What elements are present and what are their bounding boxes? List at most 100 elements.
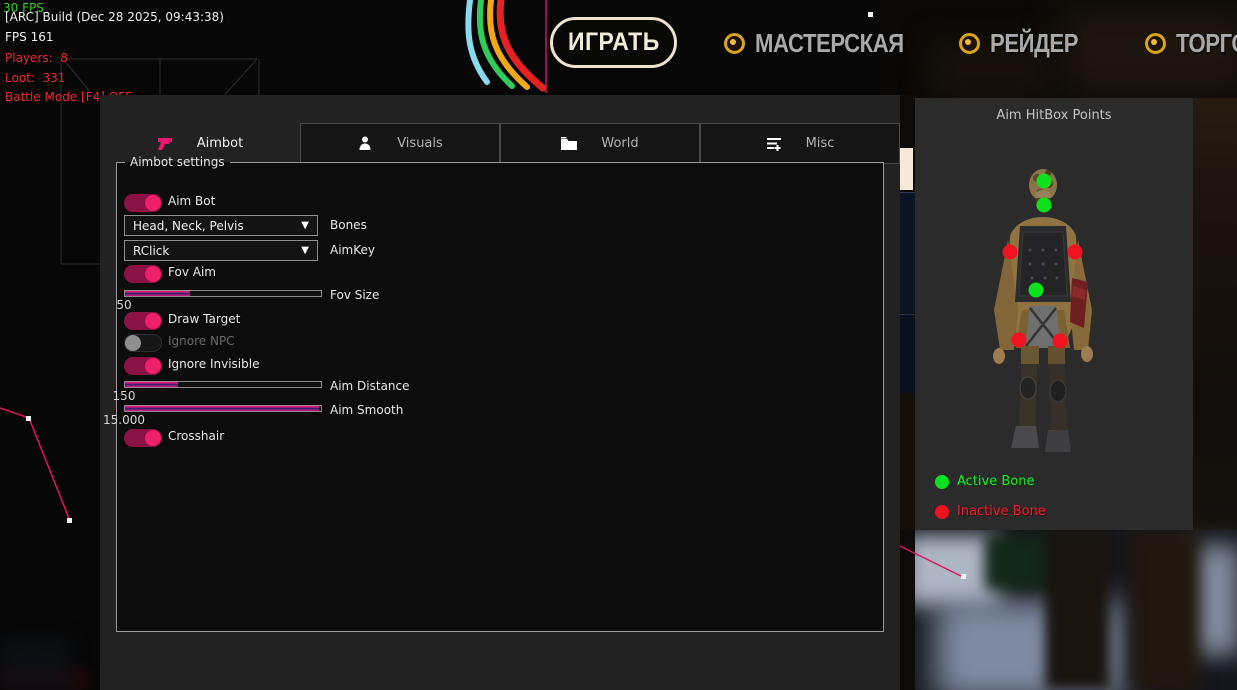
hitbox-dot-left-shoulder (1003, 245, 1018, 260)
fov-size-slider[interactable] (124, 290, 322, 297)
nav-item-trade[interactable]: ТОРГО (1145, 28, 1237, 59)
draw-target-toggle[interactable] (124, 312, 162, 330)
aimkey-select-value: RClick (133, 244, 301, 258)
hitbox-dot-right-hip (1053, 334, 1068, 349)
playlist-add-icon (766, 136, 782, 152)
loot-count-text: Loot: 331 (5, 71, 65, 85)
background-blob (905, 535, 1000, 605)
ignore-npc-toggle[interactable] (124, 334, 162, 352)
crosshair-label: Crosshair (168, 429, 224, 443)
background-bottomright (900, 530, 1237, 690)
aimkey-select[interactable]: RClick ▼ (124, 240, 318, 261)
fov-aim-label: Fov Aim (168, 265, 216, 279)
aim-distance-slider[interactable] (124, 381, 322, 388)
background-gap-strip (900, 95, 915, 690)
toggle-knob (145, 430, 161, 446)
aim-hitbox-panel: Aim HitBox Points (915, 98, 1193, 530)
cheat-menu-panel: Aimbot Visuals World Misc (100, 95, 900, 690)
bones-select[interactable]: Head, Neck, Pelvis ▼ (124, 215, 318, 236)
slider-fill (125, 382, 178, 387)
crosshair-toggle[interactable] (124, 429, 162, 447)
nav-item-label: ТОРГО (1176, 28, 1237, 59)
draw-target-label: Draw Target (168, 312, 240, 326)
toggle-knob (145, 195, 161, 211)
background-blob (0, 640, 70, 690)
game-screen: 30 FPS [ARC] Build (Dec 28 2025, 09:43:3… (0, 0, 1237, 690)
fps-counter-text: FPS 161 (5, 30, 53, 44)
background-wall (900, 314, 915, 393)
slider-fill (125, 406, 319, 411)
hitbox-dot-left-hip (1012, 333, 1027, 348)
aim-bot-row: Aim Bot (124, 192, 162, 214)
ignore-npc-label: Ignore NPC (168, 334, 235, 348)
background-blob (1130, 530, 1200, 690)
tab-label: Aimbot (197, 136, 243, 151)
aim-bot-toggle[interactable] (124, 194, 162, 212)
nav-item-label: РЕЙДЕР (990, 28, 1078, 59)
background-right-column (1193, 98, 1237, 530)
background-window (900, 148, 913, 190)
hitbox-dot-pelvis (1029, 283, 1044, 298)
inactive-bone-dot-icon (935, 505, 949, 519)
tab-label: World (601, 136, 638, 151)
aimkey-label: AimKey (330, 243, 375, 257)
tab-label: Misc (806, 136, 835, 151)
coin-icon (1145, 33, 1166, 54)
aim-smooth-label: Aim Smooth (330, 403, 403, 417)
fov-size-label: Fov Size (330, 288, 379, 302)
esp-dot (67, 518, 72, 523)
legend-label: Active Bone (957, 474, 1034, 489)
aim-distance-label: Aim Distance (330, 379, 410, 393)
background-wall (900, 393, 915, 530)
legend-inactive-bone: Inactive Bone (935, 504, 1046, 519)
person-icon (357, 136, 373, 152)
draw-target-row: Draw Target (124, 310, 162, 332)
aim-distance-value: 150 (113, 389, 136, 403)
players-count-text: Players: 8 (5, 51, 68, 65)
background-blob (0, 668, 90, 690)
aimbot-settings-group: Aimbot settings Aim Bot Head, Neck, Pelv… (116, 155, 884, 632)
group-title: Aimbot settings (125, 155, 230, 169)
active-bone-dot-icon (935, 475, 949, 489)
esp-dot (868, 12, 873, 17)
chevron-down-icon: ▼ (301, 245, 309, 256)
hitbox-dot-neck (1037, 198, 1052, 213)
ignore-invisible-row: Ignore Invisible (124, 355, 162, 377)
fov-aim-toggle[interactable] (124, 265, 162, 283)
toggle-knob (145, 313, 161, 329)
esp-dot (961, 574, 966, 579)
slider-fill (125, 291, 190, 296)
nav-item-label: МАСТЕРСКАЯ (755, 28, 904, 59)
ignore-npc-row: Ignore NPC (124, 332, 162, 354)
bones-select-value: Head, Neck, Pelvis (133, 219, 301, 233)
aim-smooth-value: 15.000 (103, 413, 145, 427)
background-wall (900, 192, 915, 313)
nav-item-workshop[interactable]: МАСТЕРСКАЯ (724, 28, 930, 59)
hitbox-panel-title: Aim HitBox Points (915, 108, 1193, 123)
background-blob (1045, 530, 1110, 690)
esp-dot (26, 416, 31, 421)
ignore-invisible-label: Ignore Invisible (168, 357, 259, 371)
play-button-label: ИГРАТЬ (568, 28, 660, 57)
play-button[interactable]: ИГРАТЬ (550, 17, 677, 68)
tab-label: Visuals (397, 136, 443, 151)
toggle-knob (145, 266, 161, 282)
aim-smooth-slider[interactable] (124, 405, 322, 412)
background-blob (985, 535, 1070, 590)
ignore-invisible-toggle[interactable] (124, 357, 162, 375)
nav-item-raider[interactable]: РЕЙДЕР (959, 28, 1094, 59)
background-blob (935, 600, 1125, 690)
legend-active-bone: Active Bone (935, 474, 1034, 489)
chevron-down-icon: ▼ (301, 220, 309, 231)
crosshair-row: Crosshair (124, 427, 162, 449)
pistol-icon (157, 136, 173, 152)
coin-icon (959, 33, 980, 54)
hitbox-dot-head (1037, 174, 1052, 189)
toggle-knob (125, 335, 141, 351)
bones-label: Bones (330, 218, 367, 232)
fov-aim-row: Fov Aim (124, 263, 162, 285)
build-text: [ARC] Build (Dec 28 2025, 09:43:38) (5, 10, 224, 24)
legend-label: Inactive Bone (957, 504, 1046, 519)
aim-bot-label: Aim Bot (168, 194, 215, 208)
hitbox-dot-right-shoulder (1068, 245, 1083, 260)
